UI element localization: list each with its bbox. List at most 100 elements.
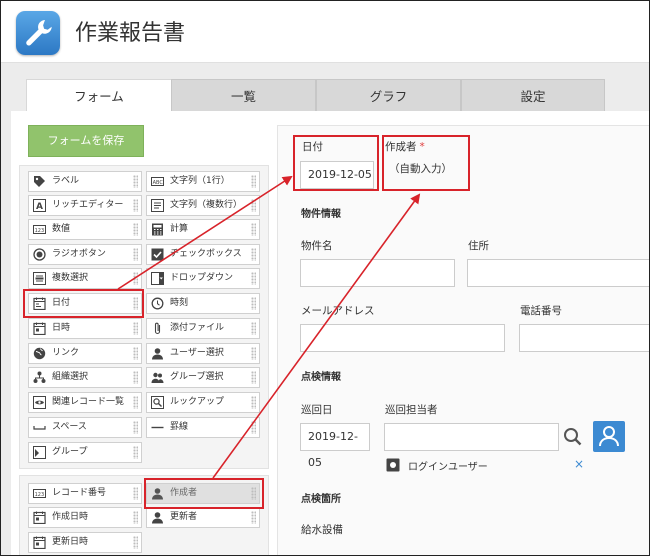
drag-handle[interactable] bbox=[251, 396, 256, 409]
date-field-input[interactable]: 2019-12-05 bbox=[300, 161, 374, 189]
tab-form[interactable]: フォーム bbox=[26, 79, 172, 113]
palette-field-dropdown[interactable]: ドロップダウン bbox=[146, 268, 260, 289]
tag-icon bbox=[34, 176, 45, 187]
palette-field-checkbox[interactable]: チェックボックス bbox=[146, 244, 260, 265]
palette-field-user-select[interactable]: ユーザー選択 bbox=[146, 343, 260, 364]
palette-field-name: 添付ファイル bbox=[170, 323, 225, 333]
tab-graph[interactable]: グラフ bbox=[316, 79, 461, 112]
drag-handle[interactable] bbox=[133, 175, 138, 188]
palette-field-name: スペース bbox=[52, 422, 87, 432]
palette-field-space[interactable]: スペース bbox=[28, 417, 142, 438]
palette-field-name: 数値 bbox=[52, 224, 71, 234]
drag-handle[interactable] bbox=[251, 175, 256, 188]
address-input[interactable] bbox=[467, 259, 649, 287]
drag-handle[interactable] bbox=[133, 322, 138, 335]
drag-handle[interactable] bbox=[133, 511, 138, 524]
palette-field-name: ルックアップ bbox=[170, 397, 225, 407]
palette-field-group[interactable]: グループ bbox=[28, 442, 142, 463]
drag-handle[interactable] bbox=[133, 446, 138, 459]
selected-user-name: ログインユーザー bbox=[408, 462, 488, 473]
palette-field-date[interactable]: 日付 bbox=[28, 293, 142, 314]
palette-field-calculation[interactable]: 計算 bbox=[146, 219, 260, 240]
palette-field-label[interactable]: ラベル bbox=[28, 171, 142, 192]
drag-handle[interactable] bbox=[133, 487, 138, 500]
drag-handle[interactable] bbox=[133, 248, 138, 261]
drag-handle[interactable] bbox=[133, 297, 138, 310]
drag-handle[interactable] bbox=[133, 223, 138, 236]
palette-field-radio[interactable]: ラジオボタン bbox=[28, 244, 142, 265]
tab-list[interactable]: 一覧 bbox=[171, 79, 316, 112]
drag-handle[interactable] bbox=[133, 347, 138, 360]
drag-handle[interactable] bbox=[251, 511, 256, 524]
multiline-text-icon bbox=[151, 199, 164, 212]
text-abc-icon: ABC bbox=[151, 177, 164, 186]
palette-field-datetime[interactable]: 日時 bbox=[28, 318, 142, 339]
date-field-label: 日付 bbox=[302, 141, 323, 153]
palette-field-related-records[interactable]: 関連レコード一覧 bbox=[28, 392, 142, 413]
drag-handle[interactable] bbox=[251, 347, 256, 360]
section-inspection-location: 点検箇所 bbox=[301, 494, 341, 505]
palette-field-name: ラベル bbox=[52, 176, 80, 186]
drag-handle[interactable] bbox=[133, 396, 138, 409]
address-label: 住所 bbox=[468, 240, 489, 252]
drag-handle[interactable] bbox=[251, 272, 256, 285]
drag-handle[interactable] bbox=[251, 297, 256, 310]
palette-field-rich-editor[interactable]: A リッチエディター bbox=[28, 195, 142, 216]
palette-field-lookup[interactable]: ルックアップ bbox=[146, 392, 260, 413]
checkbox-icon bbox=[151, 248, 164, 261]
search-icon[interactable] bbox=[559, 423, 587, 451]
remove-user-button[interactable]: × bbox=[574, 457, 584, 471]
tab-settings[interactable]: 設定 bbox=[461, 79, 605, 112]
org-login-user-icon bbox=[386, 458, 400, 472]
calendar-time-icon bbox=[33, 536, 46, 549]
drag-handle[interactable] bbox=[133, 536, 138, 549]
palette-field-name: リンク bbox=[52, 348, 80, 358]
palette-field-rule[interactable]: 罫線 bbox=[146, 417, 260, 438]
palette-field-link[interactable]: リンク bbox=[28, 343, 142, 364]
palette-field-single-line-text[interactable]: ABC 文字列（1行） bbox=[146, 171, 260, 192]
patrol-date-input[interactable]: 2019-12-05 bbox=[300, 423, 370, 469]
multi-select-icon bbox=[33, 272, 46, 285]
palette-field-group-select[interactable]: グループ選択 bbox=[146, 367, 260, 388]
palette-field-multi-select[interactable]: 複数選択 bbox=[28, 268, 142, 289]
palette-field-name: ユーザー選択 bbox=[170, 348, 224, 358]
lookup-icon bbox=[151, 396, 164, 409]
required-mark: * bbox=[419, 141, 425, 153]
email-label: メールアドレス bbox=[301, 305, 375, 317]
palette-field-name: リッチエディター bbox=[52, 200, 124, 210]
palette-field-attachment[interactable]: 添付ファイル bbox=[146, 318, 260, 339]
drag-handle[interactable] bbox=[251, 199, 256, 212]
water-facility-label: 給水設備 bbox=[301, 524, 343, 536]
palette-field-name: 時刻 bbox=[170, 298, 189, 308]
email-input[interactable] bbox=[300, 324, 505, 352]
palette-field-multi-line-text[interactable]: 文字列（複数行） bbox=[146, 195, 260, 216]
property-name-input[interactable] bbox=[300, 259, 455, 287]
save-form-button[interactable]: フォームを保存 bbox=[28, 125, 144, 157]
drag-handle[interactable] bbox=[251, 223, 256, 236]
drag-handle[interactable] bbox=[133, 421, 138, 434]
drag-handle[interactable] bbox=[251, 248, 256, 261]
palette-field-time[interactable]: 時刻 bbox=[146, 293, 260, 314]
palette-field-name: 文字列（複数行） bbox=[170, 200, 243, 210]
patrol-person-input[interactable] bbox=[384, 423, 559, 451]
drag-handle[interactable] bbox=[251, 421, 256, 434]
space-icon bbox=[33, 426, 46, 430]
patrol-person-label: 巡回担当者 bbox=[385, 404, 438, 416]
phone-input[interactable] bbox=[519, 324, 649, 352]
palette-field-record-number[interactable]: 123 レコード番号 bbox=[28, 483, 142, 504]
palette-field-org-select[interactable]: 組織選択 bbox=[28, 367, 142, 388]
user-picker-button[interactable] bbox=[593, 421, 625, 452]
palette-field-updated-datetime[interactable]: 更新日時 bbox=[28, 532, 142, 553]
palette-field-created-datetime[interactable]: 作成日時 bbox=[28, 507, 142, 528]
palette-field-updater[interactable]: 更新者 bbox=[146, 507, 260, 528]
drag-handle[interactable] bbox=[251, 322, 256, 335]
drag-handle[interactable] bbox=[133, 199, 138, 212]
drag-handle[interactable] bbox=[133, 371, 138, 384]
creator-field-label: 作成者 * bbox=[385, 139, 425, 154]
drag-handle[interactable] bbox=[133, 272, 138, 285]
palette-field-name: 組織選択 bbox=[52, 372, 89, 382]
palette-field-number[interactable]: 123 数値 bbox=[28, 219, 142, 240]
drag-handle[interactable] bbox=[251, 371, 256, 384]
phone-label: 電話番号 bbox=[520, 305, 562, 317]
creator-field-value: （自動入力） bbox=[389, 163, 452, 175]
